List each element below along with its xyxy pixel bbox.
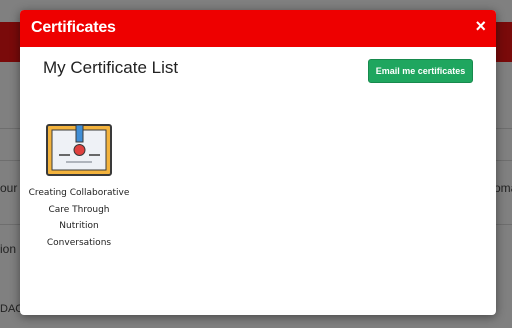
- close-button[interactable]: ×: [475, 16, 486, 36]
- certificate-list-title: My Certificate List: [43, 58, 179, 77]
- modal-header: Certificates ×: [20, 10, 496, 47]
- email-certificates-button[interactable]: Email me certificates: [368, 59, 473, 83]
- background-text: ion: [0, 242, 17, 256]
- background-text: our: [0, 181, 18, 195]
- modal-title: Certificates: [31, 19, 116, 36]
- certificates-modal: Certificates × My Certificate List Email…: [20, 10, 496, 315]
- certificate-icon: [46, 124, 112, 176]
- background-text: oma: [494, 181, 512, 195]
- certificate-name: Creating Collaborative Care Through Nutr…: [28, 188, 130, 248]
